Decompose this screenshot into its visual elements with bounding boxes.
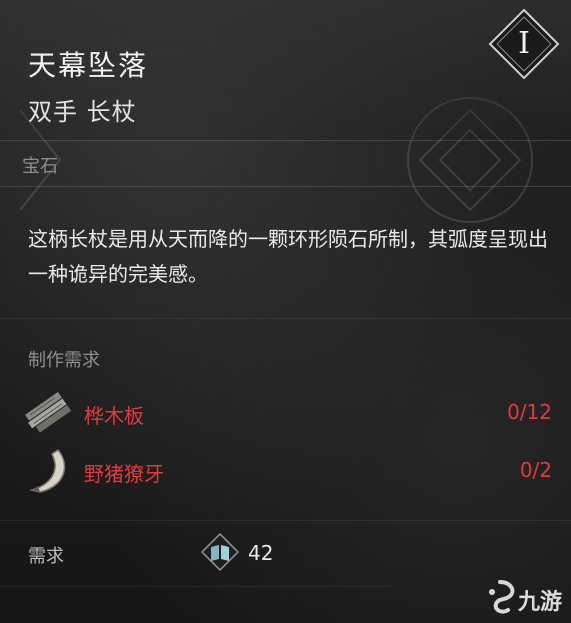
divider	[0, 318, 571, 319]
item-name: 天幕坠落	[28, 49, 149, 82]
tier-numeral: I	[518, 26, 530, 61]
birch-plank-icon	[22, 388, 72, 438]
tier-badge: I	[488, 8, 560, 80]
material-name: 桦木板	[84, 404, 144, 428]
material-count: 0/2	[519, 458, 552, 482]
requirement-label: 需求	[28, 546, 64, 567]
watermark-text: 九游	[518, 590, 563, 615]
watermark-logo: 九游	[480, 576, 570, 620]
material-row[interactable]: 野猪獠牙 0/2	[22, 446, 552, 496]
requirement-value: 42	[248, 541, 274, 565]
divider	[0, 520, 571, 521]
material-name: 野猪獠牙	[84, 462, 164, 486]
material-count: 0/12	[507, 400, 552, 424]
material-row[interactable]: 桦木板 0/12	[22, 388, 552, 438]
item-category: 宝石	[22, 156, 58, 177]
boar-tusk-icon	[22, 446, 72, 496]
divider	[0, 186, 571, 187]
watermark-swirl-icon	[489, 580, 515, 614]
book-icon	[200, 532, 240, 572]
crafting-requirements-label: 制作需求	[28, 350, 100, 371]
item-description: 这柄长杖是用从天而降的一颗环形陨石所制，其弧度呈现出一种诡异的完美感。	[28, 227, 548, 286]
item-type: 双手 长杖	[28, 98, 137, 126]
divider	[0, 586, 390, 587]
divider	[0, 140, 571, 141]
item-tooltip-panel: 天幕坠落 双手 长杖 I 宝石 这柄长杖是用从天而降的一颗环形陨石所制，其弧度呈…	[0, 0, 571, 623]
